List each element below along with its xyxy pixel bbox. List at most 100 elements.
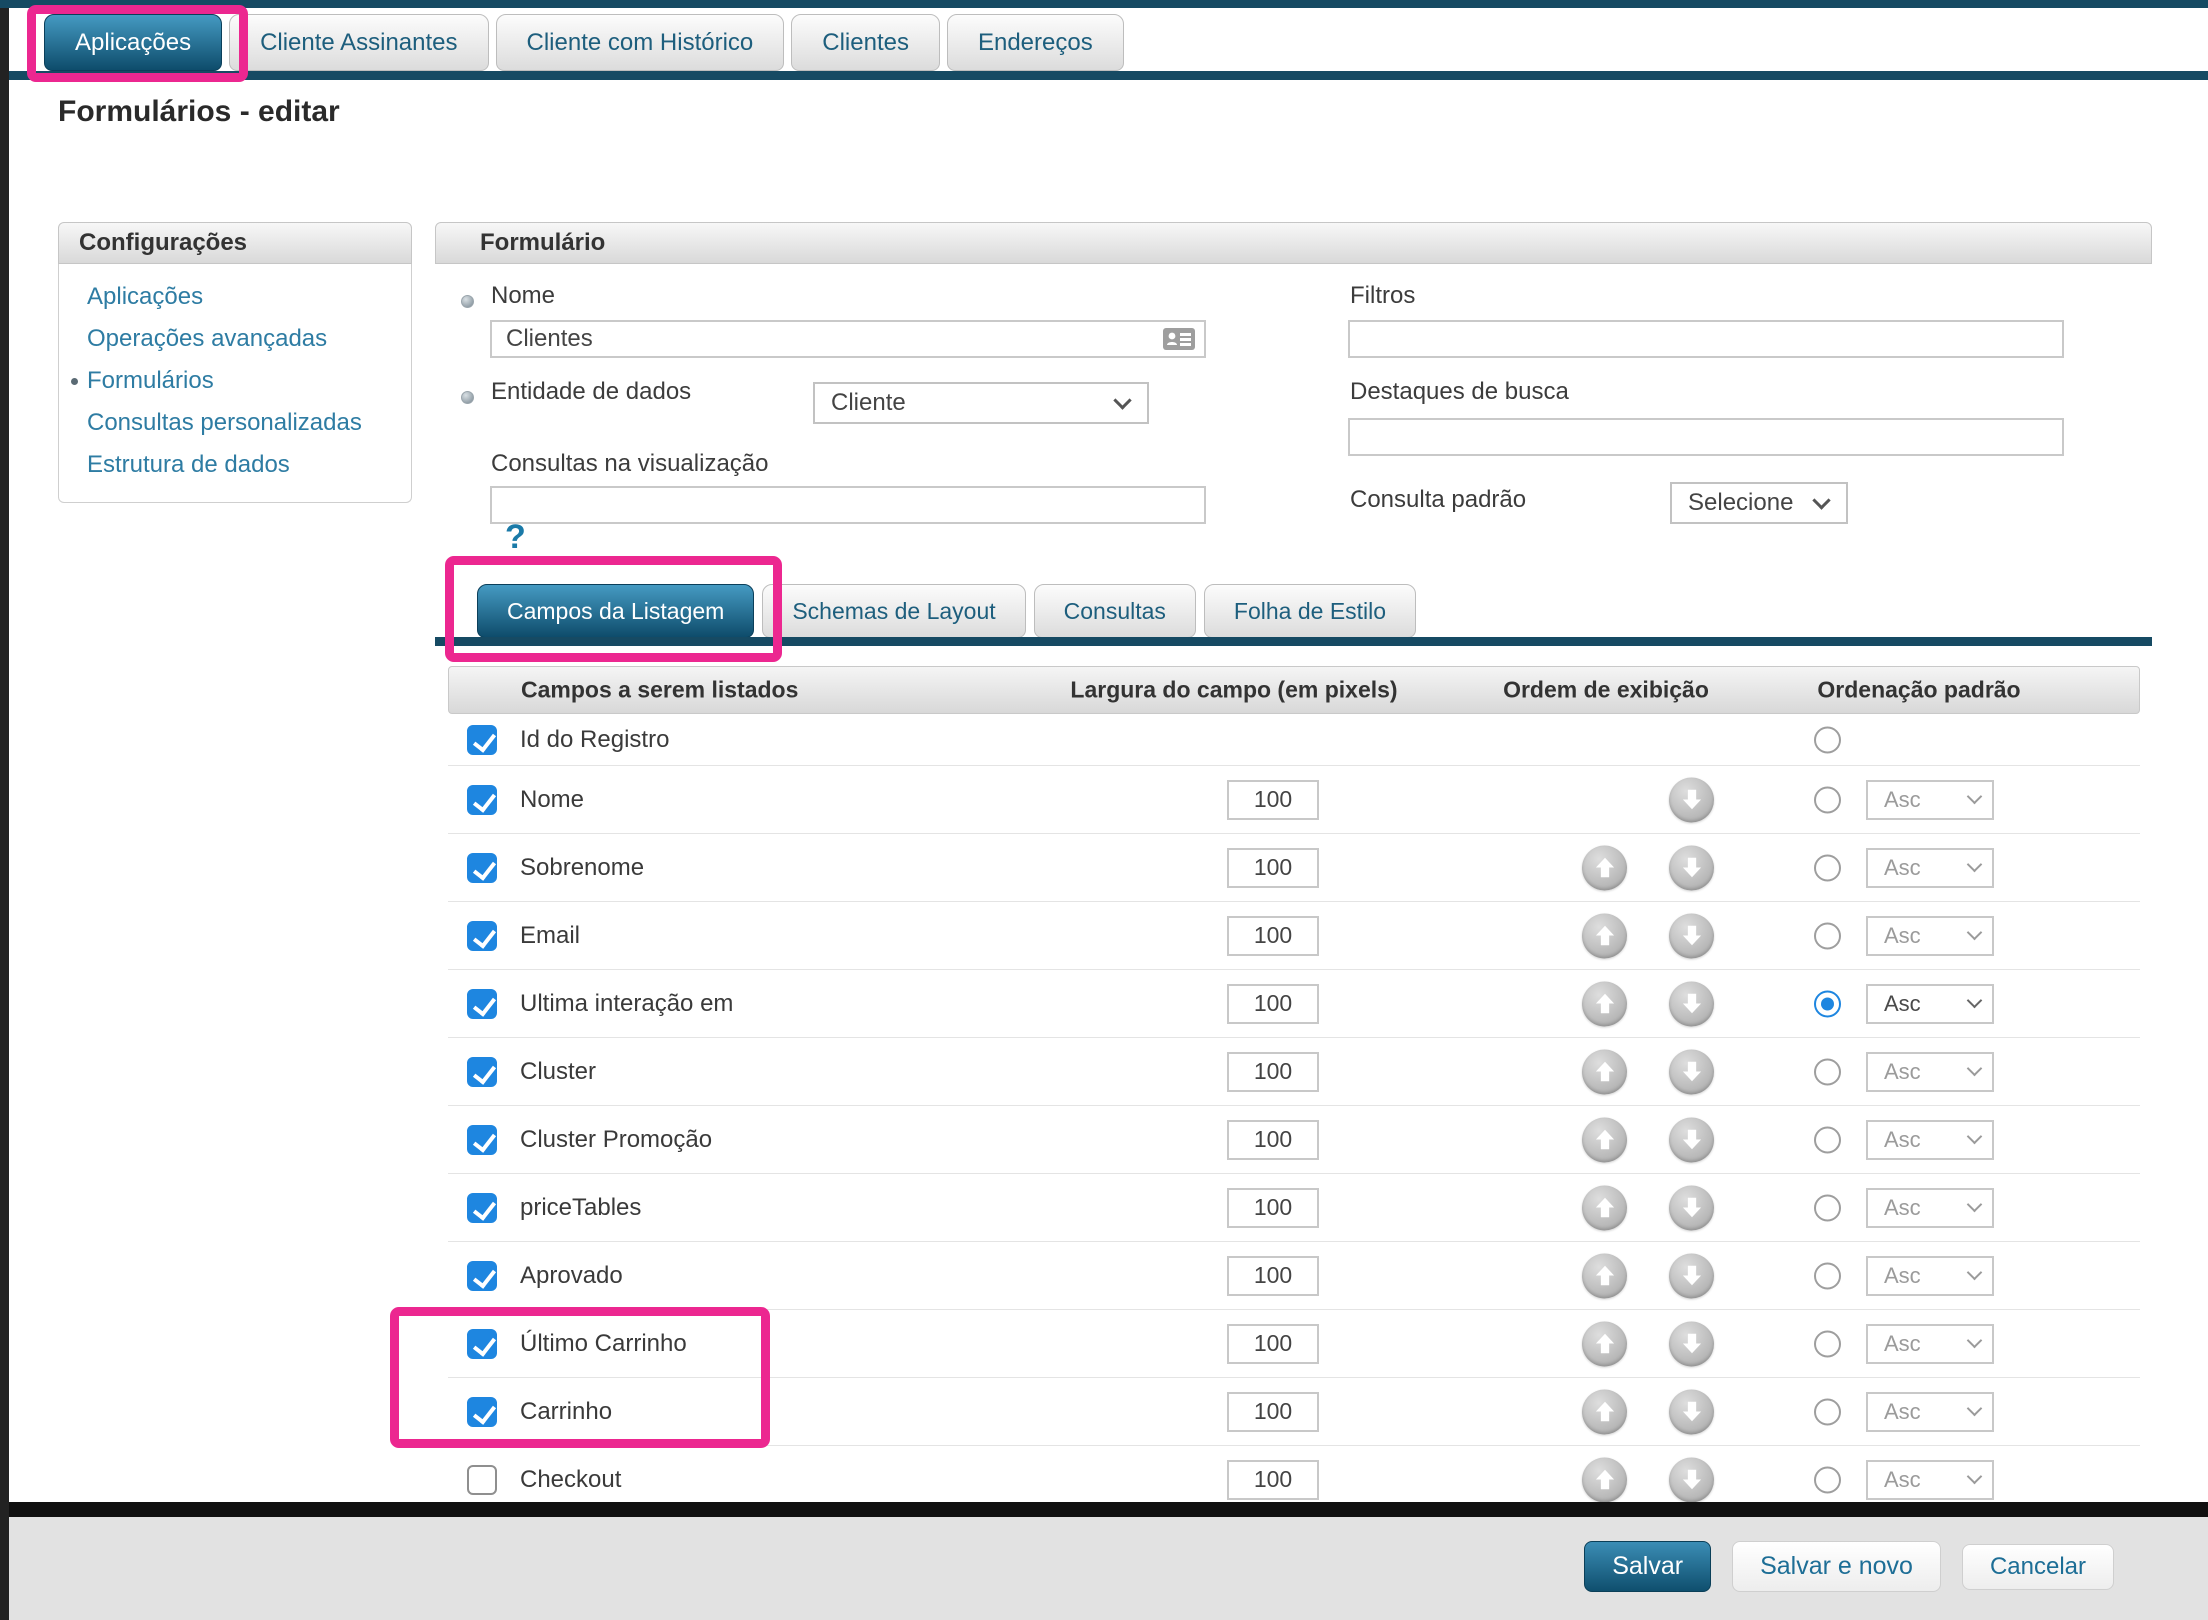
sort-direction-select[interactable]: Asc	[1866, 848, 1994, 888]
required-bullet-icon	[461, 295, 474, 308]
move-up-button[interactable]	[1582, 913, 1627, 958]
move-down-button[interactable]	[1669, 981, 1714, 1026]
page-title: Formulários - editar	[58, 95, 340, 129]
field-checkbox[interactable]	[467, 785, 497, 815]
sidebar-item-aplicacoes[interactable]: Aplicações	[59, 276, 411, 318]
move-up-button[interactable]	[1582, 1253, 1627, 1298]
nome-input[interactable]	[490, 320, 1206, 358]
tab-aplicacoes[interactable]: Aplicações	[44, 14, 222, 71]
default-sort-radio[interactable]	[1814, 1466, 1841, 1493]
sidebar-item-consultas-personalizadas[interactable]: Consultas personalizadas	[59, 402, 411, 444]
sort-direction-select[interactable]: Asc	[1866, 1460, 1994, 1500]
sort-direction-select[interactable]: Asc	[1866, 1256, 1994, 1296]
move-down-button[interactable]	[1669, 1185, 1714, 1230]
width-input[interactable]	[1227, 1256, 1319, 1296]
width-input[interactable]	[1227, 1324, 1319, 1364]
move-down-button[interactable]	[1669, 1117, 1714, 1162]
table-row: Id do Registro	[448, 714, 2140, 766]
help-link[interactable]: ?	[505, 518, 526, 557]
field-checkbox[interactable]	[467, 1057, 497, 1087]
default-sort-radio[interactable]	[1814, 922, 1841, 949]
width-input[interactable]	[1227, 984, 1319, 1024]
default-sort-radio[interactable]	[1814, 854, 1841, 881]
field-checkbox[interactable]	[467, 1193, 497, 1223]
sidebar-item-operacoes-avancadas[interactable]: Operações avançadas	[59, 318, 411, 360]
move-up-button[interactable]	[1582, 981, 1627, 1026]
default-sort-radio[interactable]	[1814, 1058, 1841, 1085]
contact-card-icon[interactable]	[1160, 325, 1198, 353]
sort-direction-select[interactable]: Asc	[1866, 1324, 1994, 1364]
move-down-button[interactable]	[1669, 913, 1714, 958]
move-down-button[interactable]	[1669, 777, 1714, 822]
width-input[interactable]	[1227, 1392, 1319, 1432]
consulta-padrao-label: Consulta padrão	[1350, 486, 1526, 514]
field-checkbox[interactable]	[467, 989, 497, 1019]
sidebar-item-formularios[interactable]: Formulários	[59, 360, 411, 402]
move-up-button[interactable]	[1582, 1389, 1627, 1434]
save-button[interactable]: Salvar	[1584, 1541, 1711, 1592]
sort-direction-select[interactable]: Asc	[1866, 984, 1994, 1024]
cancel-button[interactable]: Cancelar	[1962, 1544, 2114, 1590]
filtros-label: Filtros	[1350, 282, 1415, 310]
default-sort-radio[interactable]	[1814, 786, 1841, 813]
tab-enderecos[interactable]: Endereços	[947, 14, 1124, 71]
default-sort-radio[interactable]	[1814, 1398, 1841, 1425]
tab-clientes[interactable]: Clientes	[791, 14, 940, 71]
width-input[interactable]	[1227, 1120, 1319, 1160]
width-input[interactable]	[1227, 780, 1319, 820]
tab-cliente-com-historico[interactable]: Cliente com Histórico	[496, 14, 785, 71]
default-sort-radio[interactable]	[1814, 726, 1841, 753]
tab-folha-de-estilo[interactable]: Folha de Estilo	[1204, 584, 1416, 638]
move-down-button[interactable]	[1669, 1253, 1714, 1298]
default-sort-radio[interactable]	[1814, 1330, 1841, 1357]
sort-direction-select[interactable]: Asc	[1866, 1392, 1994, 1432]
move-up-button[interactable]	[1582, 1185, 1627, 1230]
move-up-button[interactable]	[1582, 845, 1627, 890]
tab-consultas[interactable]: Consultas	[1034, 584, 1196, 638]
filtros-input[interactable]	[1348, 320, 2064, 358]
move-down-button[interactable]	[1669, 845, 1714, 890]
default-sort-radio[interactable]	[1814, 1262, 1841, 1289]
field-checkbox[interactable]	[467, 1261, 497, 1291]
move-down-button[interactable]	[1669, 1389, 1714, 1434]
width-input[interactable]	[1227, 1188, 1319, 1228]
sort-direction-select[interactable]: Asc	[1866, 1120, 1994, 1160]
entidade-select[interactable]: Cliente	[813, 382, 1149, 424]
default-sort-radio[interactable]	[1814, 1194, 1841, 1221]
sort-direction-select[interactable]: Asc	[1866, 916, 1994, 956]
width-input[interactable]	[1227, 916, 1319, 956]
save-and-new-button[interactable]: Salvar e novo	[1732, 1541, 1941, 1592]
table-row: Cluster Asc	[448, 1038, 2140, 1106]
default-sort-radio[interactable]	[1814, 1126, 1841, 1153]
move-up-button[interactable]	[1582, 1117, 1627, 1162]
tab-campos-da-listagem[interactable]: Campos da Listagem	[477, 584, 754, 638]
sidebar-item-estrutura-de-dados[interactable]: Estrutura de dados	[59, 444, 411, 486]
default-sort-radio[interactable]	[1814, 990, 1841, 1017]
field-checkbox[interactable]	[467, 1125, 497, 1155]
move-down-button[interactable]	[1669, 1049, 1714, 1094]
tab-cliente-assinantes[interactable]: Cliente Assinantes	[229, 14, 488, 71]
move-up-button[interactable]	[1582, 1049, 1627, 1094]
destaques-input[interactable]	[1348, 418, 2064, 456]
field-checkbox[interactable]	[467, 921, 497, 951]
width-input[interactable]	[1227, 1460, 1319, 1500]
move-up-button[interactable]	[1582, 1321, 1627, 1366]
move-up-button[interactable]	[1582, 1457, 1627, 1502]
sort-direction-select[interactable]: Asc	[1866, 1188, 1994, 1228]
field-label: Cluster	[520, 1058, 596, 1086]
tab-schemas-de-layout[interactable]: Schemas de Layout	[762, 584, 1025, 638]
sort-direction-value: Asc	[1884, 923, 1921, 949]
move-down-button[interactable]	[1669, 1457, 1714, 1502]
consulta-padrao-select[interactable]: Selecione	[1670, 482, 1848, 524]
consultas-visualizacao-input[interactable]	[490, 486, 1206, 524]
move-down-button[interactable]	[1669, 1321, 1714, 1366]
field-checkbox[interactable]	[467, 853, 497, 883]
width-input[interactable]	[1227, 848, 1319, 888]
sort-direction-select[interactable]: Asc	[1866, 1052, 1994, 1092]
field-checkbox[interactable]	[467, 1329, 497, 1359]
sort-direction-select[interactable]: Asc	[1866, 780, 1994, 820]
field-checkbox[interactable]	[467, 725, 497, 755]
field-checkbox[interactable]	[467, 1465, 497, 1495]
width-input[interactable]	[1227, 1052, 1319, 1092]
field-checkbox[interactable]	[467, 1397, 497, 1427]
